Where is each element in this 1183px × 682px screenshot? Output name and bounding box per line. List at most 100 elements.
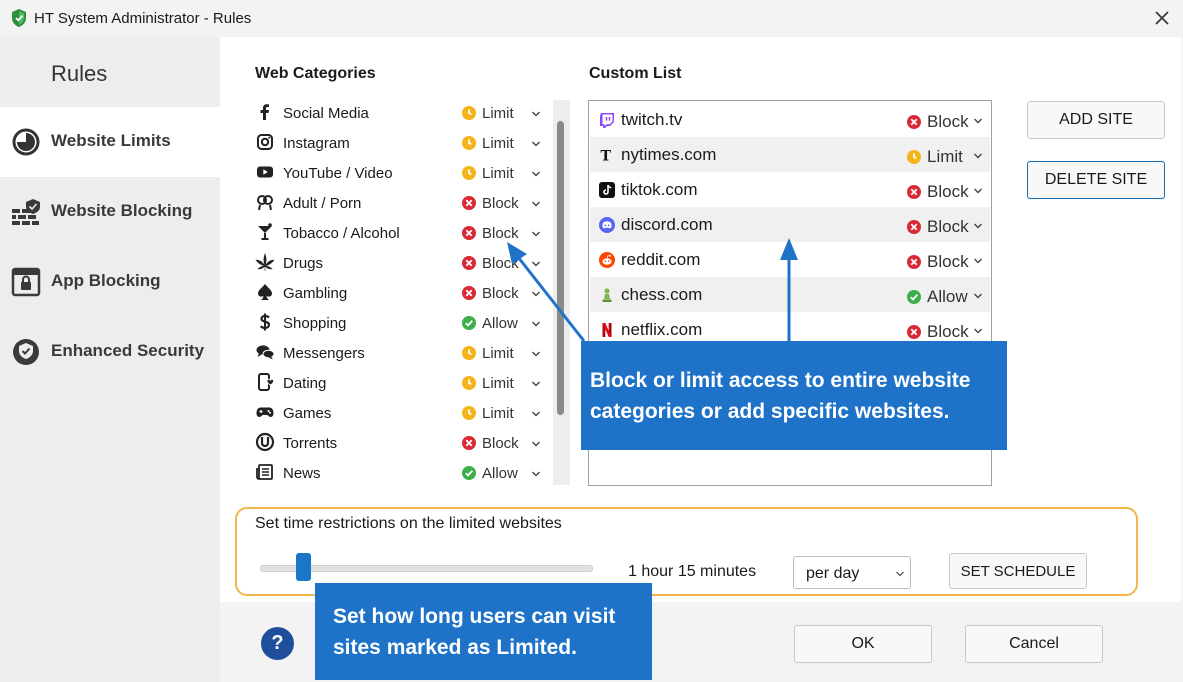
- site-row-discord[interactable]: discord.com Block: [590, 207, 990, 242]
- site-status-select[interactable]: Limit: [907, 147, 963, 167]
- sidebar-item-website-limits[interactable]: Website Limits: [0, 107, 220, 177]
- set-schedule-button[interactable]: SET SCHEDULE: [949, 553, 1087, 589]
- facebook-icon: [260, 104, 269, 120]
- chevron-down-icon[interactable]: [531, 349, 541, 359]
- category-row-dating[interactable]: Dating Limit: [255, 368, 555, 398]
- site-row-nytimes[interactable]: T nytimes.com Limit: [590, 137, 990, 172]
- category-row-games[interactable]: Games Limit: [255, 398, 555, 428]
- category-row-drugs[interactable]: Drugs Block: [255, 248, 555, 278]
- site-row-chess[interactable]: chess.com Allow: [590, 277, 990, 312]
- site-status-select[interactable]: Allow: [907, 287, 968, 307]
- chevron-down-icon[interactable]: [531, 259, 541, 269]
- chevron-down-icon[interactable]: [531, 109, 541, 119]
- site-row-reddit[interactable]: reddit.com Block: [590, 242, 990, 277]
- category-row-torrents[interactable]: Torrents Block: [255, 428, 555, 458]
- chevron-down-icon[interactable]: [973, 186, 983, 196]
- delete-site-button[interactable]: DELETE SITE: [1027, 161, 1165, 199]
- chevron-down-icon[interactable]: [973, 116, 983, 126]
- sidebar-heading: Rules: [51, 61, 108, 86]
- category-status-select[interactable]: Block: [462, 435, 519, 452]
- category-status-select[interactable]: Block: [462, 285, 519, 302]
- category-label: Messengers: [283, 345, 365, 362]
- category-row-social-media[interactable]: Social Media Limit: [255, 98, 555, 128]
- category-status-select[interactable]: Limit: [462, 345, 514, 362]
- chevron-down-icon[interactable]: [973, 291, 983, 301]
- chat-bubbles-icon: [256, 345, 275, 360]
- category-row-news[interactable]: News Allow: [255, 458, 555, 488]
- chevron-down-icon[interactable]: [531, 469, 541, 479]
- title-bar: HT System Administrator - Rules: [0, 0, 1183, 37]
- sidebar-item-app-blocking[interactable]: App Blocking: [0, 247, 220, 317]
- limit-status-icon: [462, 166, 476, 180]
- ok-button[interactable]: OK: [794, 625, 932, 663]
- category-row-adult[interactable]: Adult / Porn Block: [255, 188, 555, 218]
- add-site-button[interactable]: ADD SITE: [1027, 101, 1165, 139]
- category-label: Tobacco / Alcohol: [283, 225, 400, 242]
- site-status-select[interactable]: Block: [907, 252, 969, 272]
- limit-status-icon: [907, 150, 921, 164]
- categories-scrollbar-thumb[interactable]: [557, 121, 564, 415]
- category-row-gambling[interactable]: Gambling Block: [255, 278, 555, 308]
- category-row-instagram[interactable]: Instagram Limit: [255, 128, 555, 158]
- categories-callout-line2: categories or add specific websites.: [590, 400, 950, 423]
- chevron-down-icon[interactable]: [531, 319, 541, 329]
- chevron-down-icon[interactable]: [973, 221, 983, 231]
- limit-status-icon: [462, 346, 476, 360]
- chevron-down-icon[interactable]: [531, 229, 541, 239]
- time-callout-line1: Set how long users can visit: [333, 605, 616, 628]
- chevron-down-icon[interactable]: [531, 289, 541, 299]
- site-row-twitch[interactable]: twitch.tv Block: [590, 102, 990, 137]
- sidebar-item-enhanced-security[interactable]: Enhanced Security: [0, 317, 220, 387]
- site-status-select[interactable]: Block: [907, 182, 969, 202]
- category-status-select[interactable]: Block: [462, 195, 519, 212]
- category-status-select[interactable]: Limit: [462, 405, 514, 422]
- chevron-down-icon: [896, 571, 904, 577]
- category-row-tobacco-alcohol[interactable]: Tobacco / Alcohol Block: [255, 218, 555, 248]
- period-select-value: per day: [806, 565, 860, 582]
- gamepad-icon: [256, 407, 274, 417]
- chevron-down-icon[interactable]: [531, 379, 541, 389]
- chevron-down-icon[interactable]: [973, 151, 983, 161]
- site-status-select[interactable]: Block: [907, 112, 969, 132]
- chevron-down-icon[interactable]: [973, 256, 983, 266]
- cancel-button[interactable]: Cancel: [965, 625, 1103, 663]
- site-row-tiktok[interactable]: tiktok.com Block: [590, 172, 990, 207]
- chevron-down-icon[interactable]: [531, 169, 541, 179]
- category-status-select[interactable]: Limit: [462, 135, 514, 152]
- category-status-select[interactable]: Limit: [462, 105, 514, 122]
- newspaper-icon: [256, 464, 273, 480]
- site-status-select[interactable]: Block: [907, 217, 969, 237]
- category-row-messengers[interactable]: Messengers Limit: [255, 338, 555, 368]
- site-status-select[interactable]: Block: [907, 322, 969, 342]
- chevron-down-icon[interactable]: [531, 139, 541, 149]
- help-icon[interactable]: ?: [261, 627, 294, 660]
- time-slider-thumb[interactable]: [296, 553, 311, 581]
- instagram-icon: [257, 134, 273, 150]
- category-label: Shopping: [283, 315, 347, 332]
- close-icon[interactable]: [1152, 8, 1172, 28]
- category-status-select[interactable]: Block: [462, 255, 519, 272]
- category-status-select[interactable]: Allow: [462, 465, 518, 482]
- category-status-select[interactable]: Limit: [462, 375, 514, 392]
- twitch-icon: [600, 113, 614, 128]
- limit-status-icon: [462, 406, 476, 420]
- category-row-youtube[interactable]: YouTube / Video Limit: [255, 158, 555, 188]
- site-label: nytimes.com: [621, 145, 717, 164]
- site-label: tiktok.com: [621, 180, 698, 199]
- block-status-icon: [462, 196, 476, 210]
- category-status-select[interactable]: Allow: [462, 315, 518, 332]
- chevron-down-icon[interactable]: [531, 199, 541, 209]
- category-status-select[interactable]: Limit: [462, 165, 514, 182]
- firewall-icon: [12, 199, 40, 225]
- period-select[interactable]: per day: [793, 556, 911, 589]
- chevron-down-icon[interactable]: [973, 326, 983, 336]
- category-label: Social Media: [283, 105, 369, 122]
- chevron-down-icon[interactable]: [531, 439, 541, 449]
- category-row-shopping[interactable]: Shopping Allow: [255, 308, 555, 338]
- cannabis-leaf-icon: [255, 253, 275, 271]
- spade-icon: [258, 284, 272, 300]
- sidebar-item-website-blocking[interactable]: Website Blocking: [0, 177, 220, 247]
- chevron-down-icon[interactable]: [531, 409, 541, 419]
- category-status-select[interactable]: Block: [462, 225, 519, 242]
- allow-status-icon: [462, 316, 476, 330]
